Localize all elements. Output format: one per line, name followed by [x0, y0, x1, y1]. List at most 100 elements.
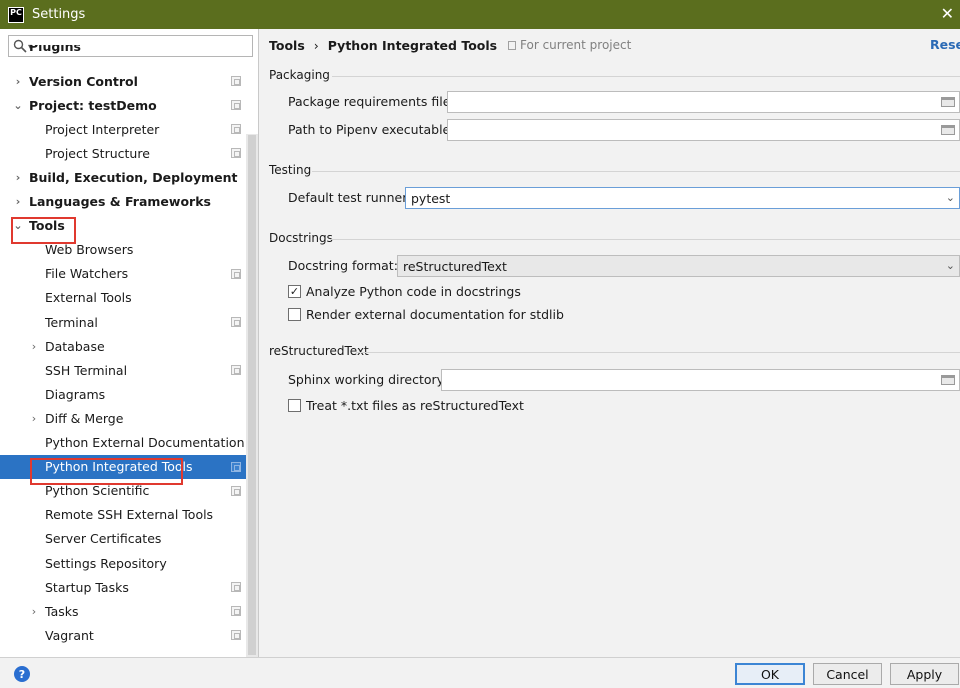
chevron-right-icon[interactable]: ›	[29, 340, 39, 353]
apply-button[interactable]: Apply	[890, 663, 959, 685]
tree-item-label: File Watchers	[45, 266, 129, 282]
tree-item-label: Tasks	[45, 603, 79, 619]
settings-tree-panel: ▾ Plugins › Version Control ⌄ Project: testD…	[0, 29, 259, 657]
section-divider	[330, 239, 960, 240]
tree-item-label: External Tools	[45, 290, 132, 306]
tree-item-build-execution-deployment[interactable]: › Build, Execution, Deployment	[0, 165, 258, 189]
project-scope-icon	[508, 41, 516, 50]
tree-item-plugins[interactable]: Plugins	[0, 45, 258, 61]
tree-item-python-integrated-tools[interactable]: Python Integrated Tools	[0, 454, 258, 479]
dialog-button-bar: ? OK Cancel Apply	[0, 657, 960, 688]
tree-item-label: Project Interpreter	[45, 121, 160, 137]
checkmark-icon[interactable]: ✓	[288, 285, 301, 298]
tree-item-label: Build, Execution, Deployment	[29, 169, 238, 185]
project-scope-icon	[231, 268, 241, 279]
tree-item-label: Database	[45, 338, 105, 354]
requirements-label: Package requirements file:	[288, 94, 455, 109]
section-divider	[312, 171, 960, 172]
tree-item-label: Remote SSH External Tools	[45, 507, 214, 523]
tree-item-web-browsers[interactable]: Web Browsers	[0, 238, 258, 262]
tree-item-python-scientific[interactable]: Python Scientific	[0, 479, 258, 503]
project-scope-icon	[231, 461, 241, 472]
testing-section-title: Testing	[269, 163, 312, 177]
tree-item-file-watchers[interactable]: File Watchers	[0, 262, 258, 286]
cancel-button[interactable]: Cancel	[813, 663, 882, 685]
tree-item-label: Settings Repository	[45, 555, 167, 571]
docstrings-section-title: Docstrings	[269, 231, 333, 245]
chevron-down-icon: ⌄	[945, 191, 955, 204]
tree-item-label: SSH Terminal	[45, 362, 128, 378]
tree-item-remote-ssh-external-tools[interactable]: Remote SSH External Tools	[0, 503, 258, 527]
tree-item-label: Python External Documentation	[45, 435, 245, 450]
folder-icon[interactable]	[941, 375, 955, 385]
tree-item-label: Project Structure	[45, 145, 150, 161]
reset-link[interactable]: Reset	[930, 37, 960, 52]
project-scope-icon	[231, 148, 241, 159]
pycharm-logo-icon: PC	[8, 6, 24, 23]
tree-item-label: Python Scientific	[45, 483, 150, 499]
tree-item-label: Languages & Frameworks	[29, 194, 211, 209]
tree-item-label: Diff & Merge	[45, 410, 124, 426]
tree-item-settings-repository[interactable]: Settings Repository	[0, 551, 258, 575]
pipenv-field[interactable]	[447, 119, 960, 141]
tree-item-vagrant[interactable]: Vagrant	[0, 623, 258, 647]
tree-item-label: Project: testDemo	[29, 97, 157, 113]
tree-item-project-structure[interactable]: Project Structure	[0, 141, 258, 165]
tree-item-external-tools[interactable]: External Tools	[0, 286, 258, 310]
tree-item-label: Server Certificates	[45, 531, 162, 547]
tree-item-languages-frameworks[interactable]: › Languages & Frameworks	[0, 190, 258, 214]
docstring-format-label: Docstring format:	[288, 258, 398, 273]
settings-content: Tools › Python Integrated Tools For curren…	[260, 29, 960, 657]
checkbox-icon[interactable]	[288, 308, 301, 321]
chevron-right-icon[interactable]: ›	[13, 171, 23, 184]
tree-item-tools[interactable]: ⌄ Tools	[0, 214, 258, 238]
help-icon[interactable]: ?	[14, 666, 30, 682]
tree-item-label: Tools	[29, 218, 65, 234]
analyze-docstrings-checkbox[interactable]: ✓ Analyze Python code in docstrings	[288, 284, 521, 299]
folder-icon[interactable]	[941, 125, 955, 135]
tree-item-label: Terminal	[45, 314, 98, 330]
tree-item-diagrams[interactable]: Diagrams	[0, 382, 258, 406]
tree-item-ssh-terminal[interactable]: SSH Terminal	[0, 358, 258, 382]
tree-item-label: Plugins	[29, 45, 81, 54]
checkbox-icon[interactable]	[288, 399, 301, 412]
tree-item-tasks[interactable]: › Tasks	[0, 599, 258, 623]
tree-item-version-control[interactable]: › Version Control	[0, 69, 258, 93]
ok-button[interactable]: OK	[735, 663, 805, 685]
folder-icon[interactable]	[941, 97, 955, 107]
test-runner-select[interactable]: pytest ⌄	[405, 187, 960, 209]
treat-txt-checkbox[interactable]: Treat *.txt files as reStructuredText	[288, 398, 524, 413]
requirements-field[interactable]	[447, 91, 960, 113]
tree-item-startup-tasks[interactable]: Startup Tasks	[0, 575, 258, 599]
docstring-format-select[interactable]: reStructuredText ⌄	[397, 255, 960, 277]
project-scope-icon	[231, 630, 241, 641]
tree-item-label: Vagrant	[45, 627, 94, 643]
scope-indicator: For current project	[508, 38, 631, 52]
tree-item-database[interactable]: › Database	[0, 334, 258, 358]
tree-item-python-external-documentation[interactable]: Python External Documentation	[0, 431, 258, 455]
window-title: Settings	[32, 7, 86, 22]
tree-item-project-interpreter[interactable]: Project Interpreter	[0, 117, 258, 141]
project-scope-icon	[231, 365, 241, 376]
chevron-right-icon[interactable]: ›	[29, 412, 39, 425]
section-divider	[332, 76, 960, 77]
chevron-right-icon[interactable]: ›	[13, 195, 23, 208]
breadcrumb-current: Python Integrated Tools	[327, 38, 498, 53]
sphinx-field[interactable]	[441, 369, 960, 391]
tree-item-project-testdemo[interactable]: ⌄ Project: testDemo	[0, 93, 258, 117]
chevron-down-icon[interactable]: ⌄	[13, 99, 23, 112]
close-icon[interactable]: ✕	[941, 4, 954, 23]
render-stdlib-checkbox[interactable]: Render external documentation for stdlib	[288, 307, 564, 322]
section-divider	[356, 352, 960, 353]
chevron-right-icon[interactable]: ›	[13, 75, 23, 88]
chevron-down-icon[interactable]: ⌄	[13, 219, 23, 232]
tree-scrollbar-thumb[interactable]	[248, 135, 256, 655]
chevron-right-icon[interactable]: ›	[29, 605, 39, 618]
project-scope-icon	[231, 124, 241, 135]
packaging-section-title: Packaging	[269, 68, 330, 82]
breadcrumb-separator-icon: ›	[313, 38, 319, 53]
breadcrumb-parent[interactable]: Tools	[269, 38, 305, 53]
tree-item-diff-merge[interactable]: › Diff & Merge	[0, 406, 258, 430]
tree-item-terminal[interactable]: Terminal	[0, 310, 258, 334]
tree-item-server-certificates[interactable]: Server Certificates	[0, 527, 258, 551]
